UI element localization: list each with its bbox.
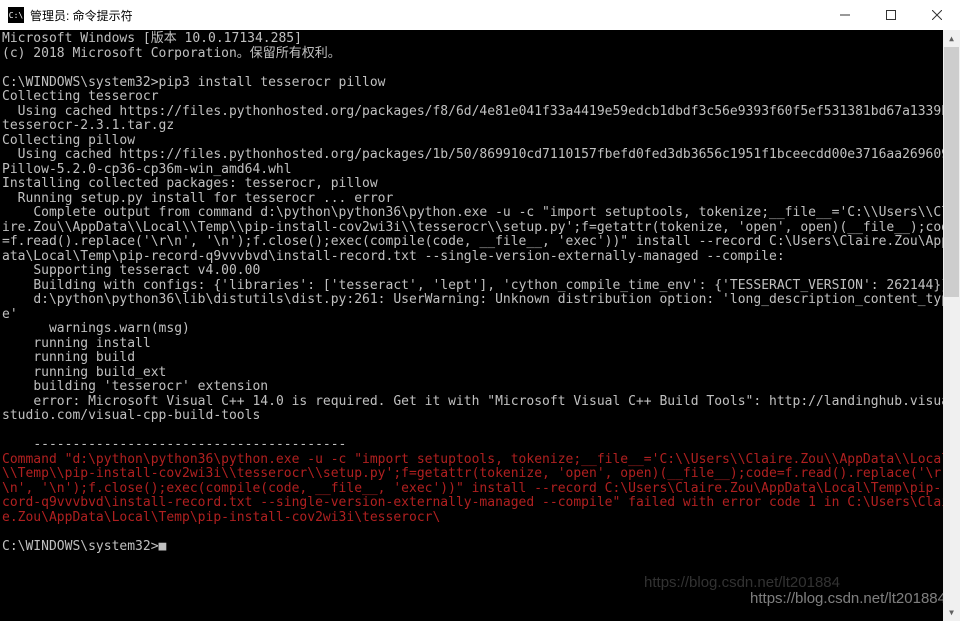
terminal-line: Running setup.py install for tesserocr .…: [2, 191, 393, 206]
terminal-line: Using cached https://files.pythonhosted.…: [2, 147, 957, 177]
scroll-track[interactable]: [943, 47, 960, 604]
close-button[interactable]: [914, 0, 960, 30]
cmd-icon: C:\: [8, 7, 24, 23]
scroll-up-button[interactable]: ▲: [943, 30, 960, 47]
terminal-line: Collecting pillow: [2, 133, 135, 148]
terminal-output[interactable]: Microsoft Windows [版本 10.0.17134.285] (c…: [0, 30, 960, 621]
terminal-line: Building with configs: {'libraries': ['t…: [2, 278, 949, 293]
terminal-line: running install: [2, 336, 151, 351]
scrollbar[interactable]: ▲ ▼: [943, 30, 960, 621]
terminal-line: running build: [2, 350, 135, 365]
terminal-line: Command "d:\python\python36\python.exe -…: [2, 452, 957, 525]
terminal-line: (c) 2018 Microsoft Corporation。保留所有权利。: [2, 46, 341, 61]
terminal-line: C:\WINDOWS\system32>■: [2, 539, 166, 554]
terminal-line: Microsoft Windows [版本 10.0.17134.285]: [2, 31, 302, 46]
terminal-line: Complete output from command d:\python\p…: [2, 205, 957, 264]
terminal-line: Supporting tesseract v4.00.00: [2, 263, 260, 278]
terminal-line: running build_ext: [2, 365, 166, 380]
terminal-line: Installing collected packages: tesserocr…: [2, 176, 378, 191]
terminal-line: C:\WINDOWS\system32>pip3 install tessero…: [2, 75, 386, 90]
terminal-line: Using cached https://files.pythonhosted.…: [2, 104, 957, 134]
window-title: 管理员: 命令提示符: [30, 7, 133, 24]
scroll-thumb[interactable]: [944, 47, 959, 297]
terminal-line: building 'tesserocr' extension: [2, 379, 268, 394]
window-buttons: [822, 0, 960, 30]
terminal-line: error: Microsoft Visual C++ 14.0 is requ…: [2, 394, 957, 424]
window-titlebar: C:\ 管理员: 命令提示符: [0, 0, 960, 30]
terminal-line: warnings.warn(msg): [2, 321, 190, 336]
scroll-down-button[interactable]: ▼: [943, 604, 960, 621]
terminal-line: ----------------------------------------: [2, 437, 346, 452]
terminal-line: Collecting tesserocr: [2, 89, 159, 104]
terminal-line: d:\python\python36\lib\distutils\dist.py…: [2, 292, 949, 322]
maximize-button[interactable]: [868, 0, 914, 30]
minimize-button[interactable]: [822, 0, 868, 30]
